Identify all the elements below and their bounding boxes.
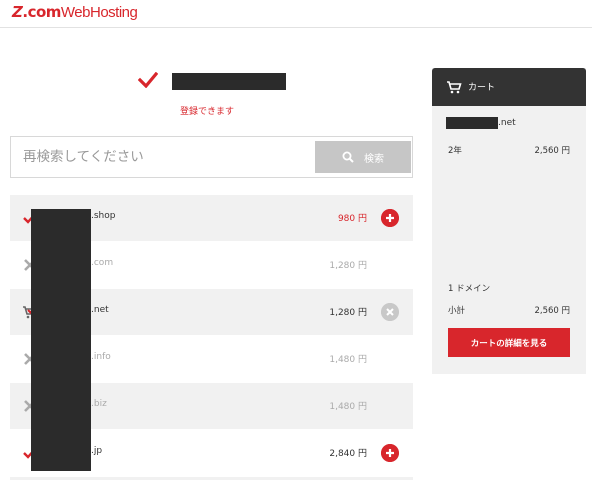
domain-name: .jp [91, 446, 103, 456]
domain-price: 1,280 円 [329, 308, 367, 318]
domain-name: .biz [91, 399, 107, 409]
cart-title: カート [468, 83, 496, 93]
redacted-domain [446, 117, 498, 129]
cart-term: 2年 [448, 146, 462, 156]
search-input[interactable] [12, 138, 310, 176]
remove-from-cart-button[interactable] [381, 303, 399, 321]
domain-name: .com [91, 258, 114, 268]
cart-panel: カート .net 2年 2,560 円 1 ドメイン 小計 2,560 円 カー… [432, 68, 586, 374]
search-icon [342, 151, 354, 163]
domain-price: 1,480 円 [329, 402, 367, 412]
cart-domain-count: 1 ドメイン [448, 284, 491, 294]
add-to-cart-button[interactable] [381, 209, 399, 227]
cart-term-price: 2,560 円 [534, 146, 570, 156]
status-message: 登録できます [180, 107, 235, 117]
domain-price: 1,480 円 [329, 355, 367, 365]
domain-price: 1,280 円 [329, 261, 367, 271]
search-button[interactable]: 検索 [315, 141, 411, 173]
cart-header: カート [432, 68, 586, 106]
view-cart-details-button[interactable]: カートの詳細を見る [448, 328, 570, 357]
cart-subtotal-value: 2,560 円 [534, 306, 570, 316]
availability-status: 登録できます [0, 64, 420, 124]
redacted-domain-names [31, 209, 91, 471]
search-button-label: 検索 [364, 153, 384, 165]
domain-price: 2,840 円 [329, 449, 367, 459]
top-bar: Z.comWebHosting [0, 0, 592, 28]
cart-domain: .net [498, 118, 516, 128]
cart-subtotal-label: 小計 [448, 306, 466, 316]
domain-name: .shop [91, 211, 116, 221]
domain-name: .info [91, 352, 111, 362]
domain-name: .net [91, 305, 109, 315]
site-logo[interactable]: Z.comWebHosting [12, 2, 138, 23]
cart-icon [447, 81, 462, 94]
search-box: 検索 [10, 136, 413, 178]
checkmark-icon [138, 72, 158, 88]
add-to-cart-button[interactable] [381, 444, 399, 462]
domain-price: 980 円 [337, 214, 367, 224]
redacted-domain [172, 73, 286, 90]
